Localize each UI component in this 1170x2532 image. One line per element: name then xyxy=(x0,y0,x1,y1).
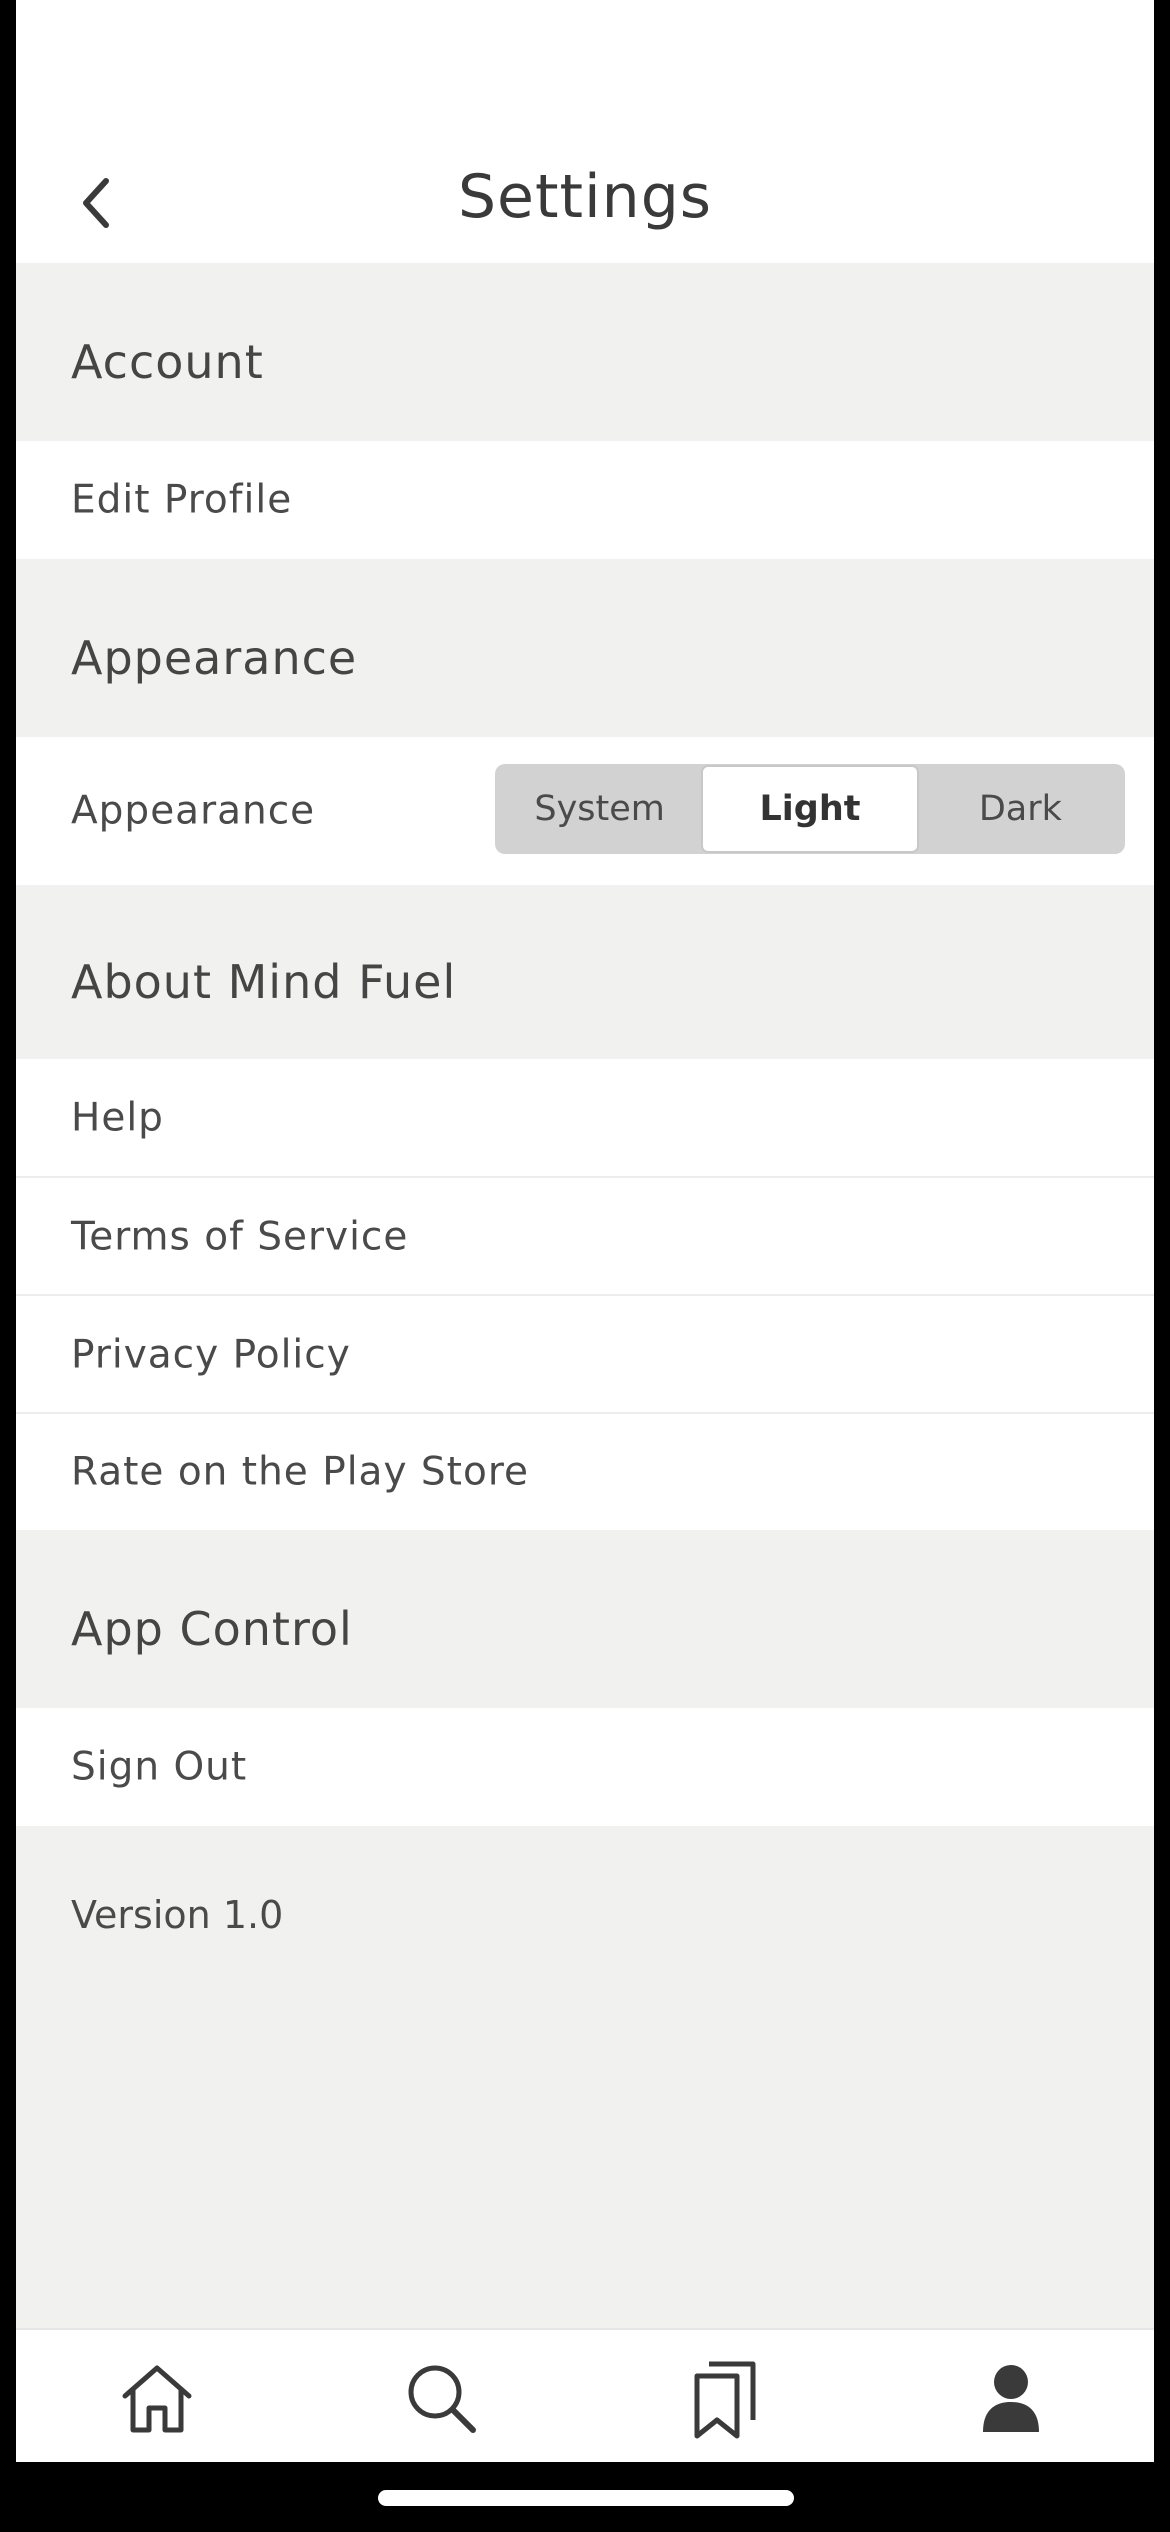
home-indicator xyxy=(378,2490,794,2506)
row-label: Terms of Service xyxy=(71,1214,409,1260)
edit-profile-row[interactable]: Edit Profile xyxy=(16,441,1154,559)
row-label: Appearance xyxy=(71,788,316,834)
settings-screen: Settings Account Edit Profile Appearance… xyxy=(16,0,1154,2462)
segment-system[interactable]: System xyxy=(498,767,701,851)
section-title: About Mind Fuel xyxy=(71,955,457,1009)
help-row[interactable]: Help xyxy=(16,1059,1154,1177)
row-label: Rate on the Play Store xyxy=(71,1449,530,1495)
segment-dark[interactable]: Dark xyxy=(919,767,1122,851)
terms-row[interactable]: Terms of Service xyxy=(16,1178,1154,1296)
segment-light[interactable]: Light xyxy=(701,765,919,853)
section-header-app-control: App Control xyxy=(16,1530,1154,1708)
search-icon xyxy=(408,2365,476,2433)
row-label: Privacy Policy xyxy=(71,1332,351,1378)
version-label: Version 1.0 xyxy=(71,1893,284,1937)
row-label: Sign Out xyxy=(71,1744,248,1790)
tab-home[interactable] xyxy=(107,2350,207,2446)
section-header-appearance: Appearance xyxy=(16,559,1154,737)
tab-bookmarks[interactable] xyxy=(677,2350,777,2446)
rate-row[interactable]: Rate on the Play Store xyxy=(16,1414,1154,1530)
section-title: Appearance xyxy=(71,631,358,685)
profile-icon xyxy=(983,2365,1039,2432)
row-label: Edit Profile xyxy=(71,477,293,523)
home-icon xyxy=(122,2365,192,2433)
tab-profile[interactable] xyxy=(961,2350,1061,2446)
header: Settings xyxy=(16,0,1154,263)
tab-bar xyxy=(16,2328,1154,2462)
section-title: App Control xyxy=(71,1602,353,1656)
section-header-account: Account xyxy=(16,263,1154,441)
section-header-about: About Mind Fuel xyxy=(16,885,1154,1059)
row-label: Help xyxy=(71,1095,164,1141)
sign-out-row[interactable]: Sign Out xyxy=(16,1708,1154,1826)
page-title: Settings xyxy=(457,162,713,232)
section-title: Account xyxy=(71,335,264,389)
appearance-segmented-control: System Light Dark xyxy=(495,764,1125,854)
tab-search[interactable] xyxy=(391,2350,491,2446)
bookmarks-icon xyxy=(694,2361,756,2439)
privacy-row[interactable]: Privacy Policy xyxy=(16,1296,1154,1414)
